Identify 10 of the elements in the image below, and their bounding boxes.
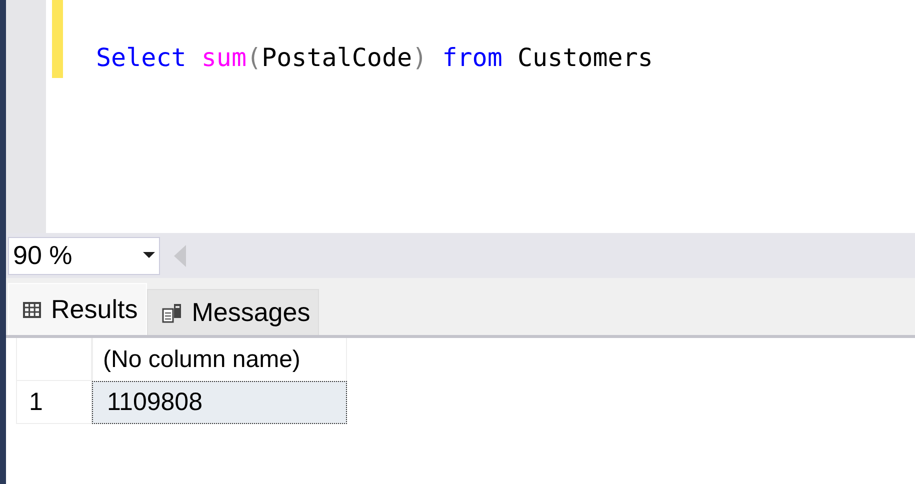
results-tab[interactable]: Results xyxy=(8,283,147,335)
grid-icon xyxy=(23,302,41,318)
code-line: Select sum(PostalCode) from Customers xyxy=(96,43,653,72)
table-cell[interactable]: 1109808 xyxy=(92,381,347,424)
caret-icon xyxy=(143,252,155,259)
corner-header[interactable] xyxy=(16,338,92,381)
scroll-left-icon[interactable] xyxy=(174,244,186,266)
document-icon xyxy=(162,302,182,322)
zoom-dropdown[interactable]: 90 % xyxy=(8,236,160,274)
results-tab[interactable]: Messages xyxy=(146,289,320,335)
